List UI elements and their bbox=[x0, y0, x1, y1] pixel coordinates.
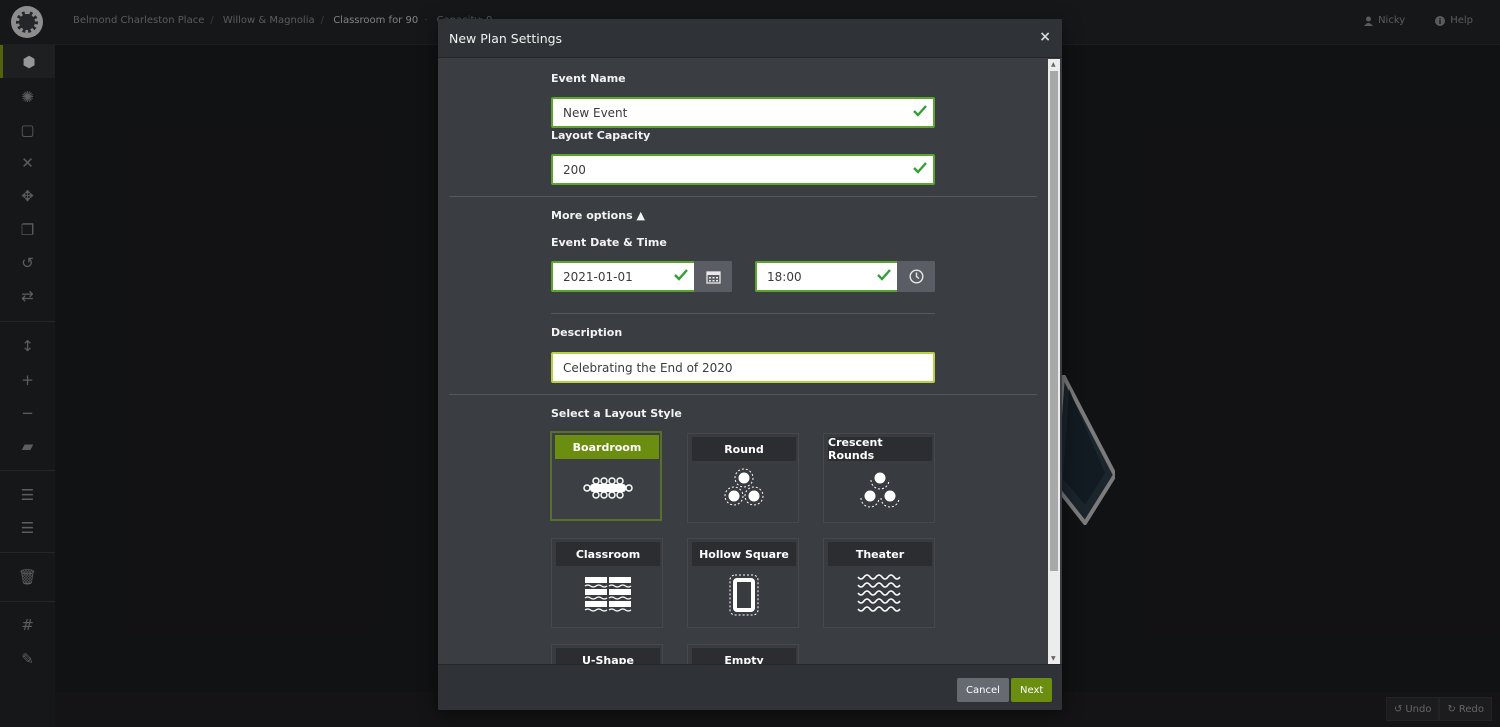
scroll-thumb[interactable] bbox=[1050, 71, 1058, 571]
calendar-button[interactable] bbox=[694, 261, 732, 292]
layout-option-label: Crescent Rounds bbox=[828, 436, 932, 462]
layout-option-label: Theater bbox=[828, 542, 932, 566]
time-picker-button[interactable] bbox=[897, 261, 935, 292]
check-icon bbox=[877, 269, 891, 281]
layout-option-label: Round bbox=[692, 437, 796, 461]
layout-option-u-shape[interactable]: U-Shape bbox=[551, 644, 663, 664]
layout-capacity-value: 200 bbox=[563, 163, 586, 177]
layout-option-theater[interactable]: Theater bbox=[823, 538, 935, 628]
close-button[interactable]: × bbox=[1039, 29, 1051, 45]
layout-option-label: Classroom bbox=[556, 542, 660, 566]
check-icon bbox=[674, 269, 688, 281]
layout-style-label: Select a Layout Style bbox=[551, 407, 682, 420]
boardroom-icon bbox=[583, 477, 633, 499]
layout-option-crescent-rounds[interactable]: Crescent Rounds bbox=[823, 433, 935, 523]
layout-option-round[interactable]: Round bbox=[687, 433, 799, 523]
layout-option-label: Boardroom bbox=[555, 435, 659, 459]
event-time-input[interactable]: 18:00 bbox=[755, 261, 935, 292]
dialog-title: New Plan Settings bbox=[449, 31, 563, 46]
layout-option-boardroom[interactable]: Boardroom bbox=[550, 431, 662, 521]
theater-icon bbox=[857, 574, 901, 612]
description-label: Description bbox=[551, 326, 623, 339]
scroll-up-icon[interactable]: ▲ bbox=[1051, 61, 1056, 68]
layout-option-label: U-Shape bbox=[556, 648, 660, 664]
dialog-header: New Plan Settings × bbox=[438, 19, 1062, 58]
layout-option-label: Empty bbox=[692, 648, 796, 664]
hollow-square-icon bbox=[729, 574, 759, 616]
cancel-button[interactable]: Cancel bbox=[957, 678, 1009, 702]
round-tables-icon bbox=[724, 468, 764, 506]
crescent-rounds-icon bbox=[860, 472, 900, 508]
clock-icon bbox=[908, 269, 924, 284]
check-icon bbox=[913, 105, 927, 117]
more-options-toggle[interactable]: More options ▲ bbox=[551, 209, 645, 222]
event-date-input[interactable]: 2021-01-01 bbox=[551, 261, 732, 292]
layout-capacity-input[interactable]: 200 bbox=[551, 154, 935, 185]
layout-option-empty[interactable]: Empty bbox=[687, 644, 799, 664]
calendar-icon bbox=[705, 270, 721, 284]
event-time-value: 18:00 bbox=[767, 270, 802, 284]
next-button[interactable]: Next bbox=[1011, 678, 1053, 702]
description-input[interactable]: Celebrating the End of 2020 bbox=[551, 352, 935, 383]
new-plan-settings-dialog: New Plan Settings × Event Name New Event… bbox=[438, 19, 1062, 710]
event-name-input[interactable]: New Event bbox=[551, 97, 935, 128]
layout-option-label: Hollow Square bbox=[692, 542, 796, 566]
scroll-down-icon[interactable]: ▼ bbox=[1051, 655, 1056, 662]
description-value: Celebrating the End of 2020 bbox=[563, 361, 733, 375]
layout-option-classroom[interactable]: Classroom bbox=[551, 538, 663, 628]
dialog-footer: Cancel Next bbox=[438, 664, 1062, 710]
dialog-scrollbar[interactable]: ▲ ▼ bbox=[1048, 59, 1060, 664]
check-icon bbox=[913, 162, 927, 174]
event-date-time-label: Event Date & Time bbox=[551, 236, 667, 249]
event-name-value: New Event bbox=[563, 106, 628, 120]
dialog-body: Event Name New Event Layout Capacity 200… bbox=[438, 59, 1048, 664]
layout-capacity-label: Layout Capacity bbox=[551, 129, 651, 142]
layout-option-hollow-square[interactable]: Hollow Square bbox=[687, 538, 799, 628]
event-name-label: Event Name bbox=[551, 72, 626, 85]
event-date-value: 2021-01-01 bbox=[563, 270, 633, 284]
classroom-icon bbox=[584, 577, 632, 612]
